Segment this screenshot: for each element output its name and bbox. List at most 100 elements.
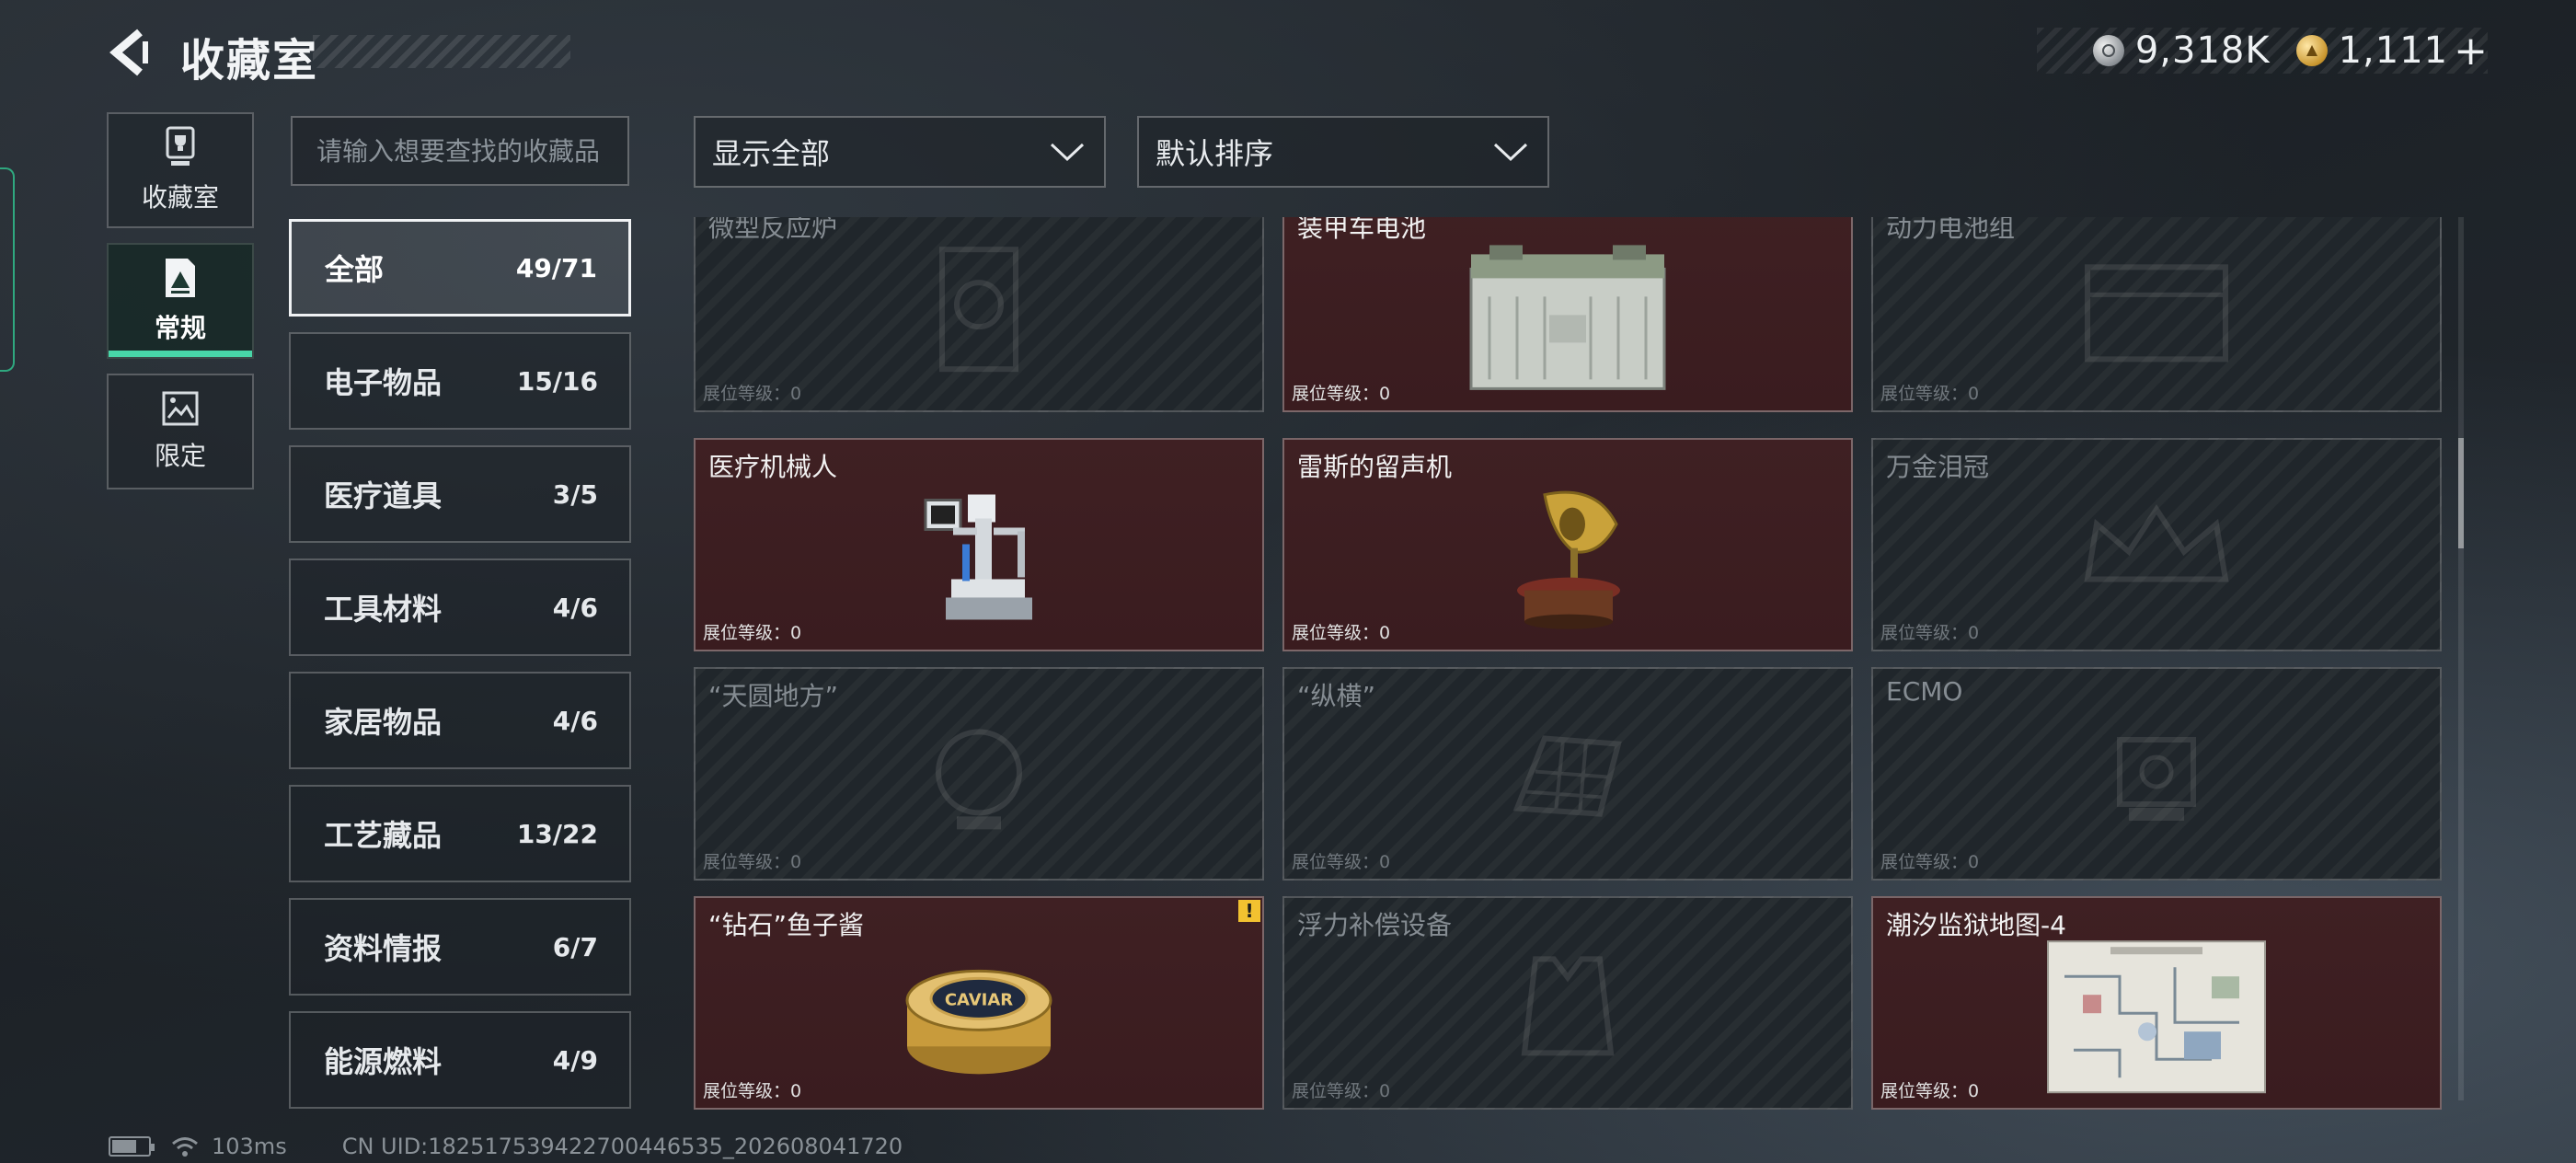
collection-card[interactable]: 微型反应炉 展位等级：0 (694, 217, 1264, 412)
nav-label: 收藏室 (141, 182, 219, 213)
collection-grid: 微型反应炉 展位等级：0 装甲车电池 展位等级：0 动力电池组 展位等级：0 医… (694, 217, 2442, 1111)
chevron-down-icon (1493, 143, 1528, 162)
category-item-electronics[interactable]: 电子物品 15/16 (289, 332, 631, 430)
battery-icon (109, 1136, 155, 1157)
collection-card[interactable]: 浮力补偿设备 展位等级：0 (1282, 896, 1853, 1110)
silver-amount: 9,318K (2134, 29, 2271, 72)
category-name: 工艺藏品 (324, 818, 443, 853)
item-name: “天圆地方” (708, 681, 839, 711)
header: 收藏室 9,318K 1,111 + (0, 0, 2576, 101)
nav-collection-room[interactable]: 收藏室 (107, 112, 254, 228)
picture-icon (162, 391, 199, 426)
caviar-label: CAVIAR (945, 990, 1013, 1009)
collection-card[interactable]: 雷斯的留声机 展位等级：0 (1282, 438, 1853, 651)
category-name: 工具材料 (324, 592, 443, 627)
map-icon (2046, 939, 2267, 1098)
scrollbar-thumb[interactable] (2458, 438, 2464, 548)
category-name: 家居物品 (324, 705, 443, 740)
nav-limited[interactable]: 限定 (107, 374, 254, 489)
item-level: 展位等级：0 (703, 623, 802, 643)
category-item-intel[interactable]: 资料情报 6/7 (289, 898, 631, 996)
crown-icon (2078, 497, 2235, 602)
filter-value: 显示全部 (712, 136, 831, 171)
grid-scrollbar[interactable] (2458, 217, 2464, 1100)
item-name: 医疗机械人 (708, 452, 838, 482)
side-drawer-handle[interactable] (0, 167, 15, 372)
gold-currency: 1,111 + (2295, 28, 2488, 75)
item-level: 展位等级：0 (1880, 623, 1980, 643)
item-level: 展位等级：0 (1880, 384, 1980, 404)
item-name: ECMO (1886, 676, 1963, 707)
back-button[interactable] (103, 26, 158, 79)
gold-coin-icon (2295, 35, 2328, 66)
search-box[interactable] (291, 116, 629, 186)
collection-card[interactable]: ECMO 展位等级：0 (1871, 667, 2442, 881)
collection-card[interactable]: 医疗机械人 展位等级：0 (694, 438, 1264, 651)
item-name: 万金泪冠 (1886, 452, 1990, 482)
trophy-icon (166, 126, 195, 166)
item-level: 展位等级：0 (1292, 623, 1391, 643)
bcd-vest-icon (1508, 946, 1627, 1069)
sort-dropdown[interactable]: 默认排序 (1137, 116, 1549, 188)
item-level: 展位等级：0 (1292, 1081, 1391, 1101)
collection-card[interactable]: 装甲车电池 展位等级：0 (1282, 217, 1853, 412)
category-name: 医疗道具 (324, 478, 443, 513)
category-item-household[interactable]: 家居物品 4/6 (289, 672, 631, 769)
category-item-medical[interactable]: 医疗道具 3/5 (289, 445, 631, 543)
sort-value: 默认排序 (1156, 136, 1274, 171)
nav-regular[interactable]: 常规 (107, 243, 254, 359)
item-level: 展位等级：0 (703, 852, 802, 872)
item-name: 装甲车电池 (1297, 217, 1427, 243)
item-name: 雷斯的留声机 (1297, 452, 1453, 482)
category-count: 4/6 (552, 705, 598, 736)
collection-card[interactable]: 动力电池组 展位等级：0 (1871, 217, 2442, 412)
add-currency-button[interactable]: + (2454, 28, 2488, 75)
item-level: 展位等级：0 (1292, 384, 1391, 404)
ecmo-icon (2092, 721, 2221, 835)
currency-bar: 9,318K 1,111 + (2037, 28, 2488, 75)
item-level: 展位等级：0 (1880, 852, 1980, 872)
category-name: 资料情报 (324, 931, 443, 966)
item-level: 展位等级：0 (1880, 1081, 1980, 1101)
uid-text: CN UID:182517539422700446535_20260804172… (341, 1134, 903, 1159)
left-nav: 收藏室 常规 限定 (107, 112, 254, 504)
chessboard-icon (1499, 726, 1637, 831)
nav-label: 常规 (154, 313, 206, 343)
item-name: “纵横” (1297, 681, 1376, 711)
title-decoration (313, 35, 570, 68)
battery-pack-icon (2078, 248, 2235, 372)
item-level: 展位等级：0 (703, 1081, 802, 1101)
item-name: “钻石”鱼子酱 (708, 910, 865, 940)
category-item-energy[interactable]: 能源燃料 4/9 (289, 1011, 631, 1109)
category-count: 3/5 (552, 478, 598, 510)
medical-robot-icon (914, 490, 1043, 632)
filter-dropdown[interactable]: 显示全部 (694, 116, 1106, 188)
battery-icon (1462, 241, 1673, 401)
gold-amount: 1,111 (2338, 29, 2449, 72)
category-count: 6/7 (552, 931, 598, 962)
alert-badge: ! (1238, 900, 1260, 922)
gramophone-icon (1508, 488, 1627, 639)
search-input[interactable] (293, 118, 627, 184)
ping-readout: 103ms (212, 1134, 287, 1159)
nav-label: 限定 (154, 441, 206, 471)
category-name: 能源燃料 (324, 1044, 443, 1079)
status-bar: 103ms CN UID:182517539422700446535_20260… (109, 1134, 903, 1159)
collection-card[interactable]: “天圆地方” 展位等级：0 (694, 667, 1264, 881)
globe-icon (924, 717, 1034, 840)
item-name: 潮汐监狱地图-4 (1886, 910, 2066, 940)
category-item-all[interactable]: 全部 49/71 (289, 219, 631, 317)
wifi-icon (172, 1137, 198, 1157)
category-list: 全部 49/71 电子物品 15/16 医疗道具 3/5 工具材料 4/6 家居… (289, 219, 631, 1124)
category-item-tools[interactable]: 工具材料 4/6 (289, 558, 631, 656)
category-item-crafts[interactable]: 工艺藏品 13/22 (289, 785, 631, 882)
collection-card[interactable]: CAVIAR “钻石”鱼子酱 ! 展位等级：0 (694, 896, 1264, 1110)
back-arrow-icon (109, 29, 148, 76)
collection-card[interactable]: 潮汐监狱地图-4 展位等级：0 (1871, 896, 2442, 1110)
category-count: 15/16 (516, 365, 598, 397)
collection-card[interactable]: “纵横” 展位等级：0 (1282, 667, 1853, 881)
category-name: 全部 (325, 252, 385, 287)
silver-coin-icon (2092, 35, 2124, 66)
collection-card[interactable]: 万金泪冠 展位等级：0 (1871, 438, 2442, 651)
silver-currency: 9,318K (2092, 29, 2271, 72)
